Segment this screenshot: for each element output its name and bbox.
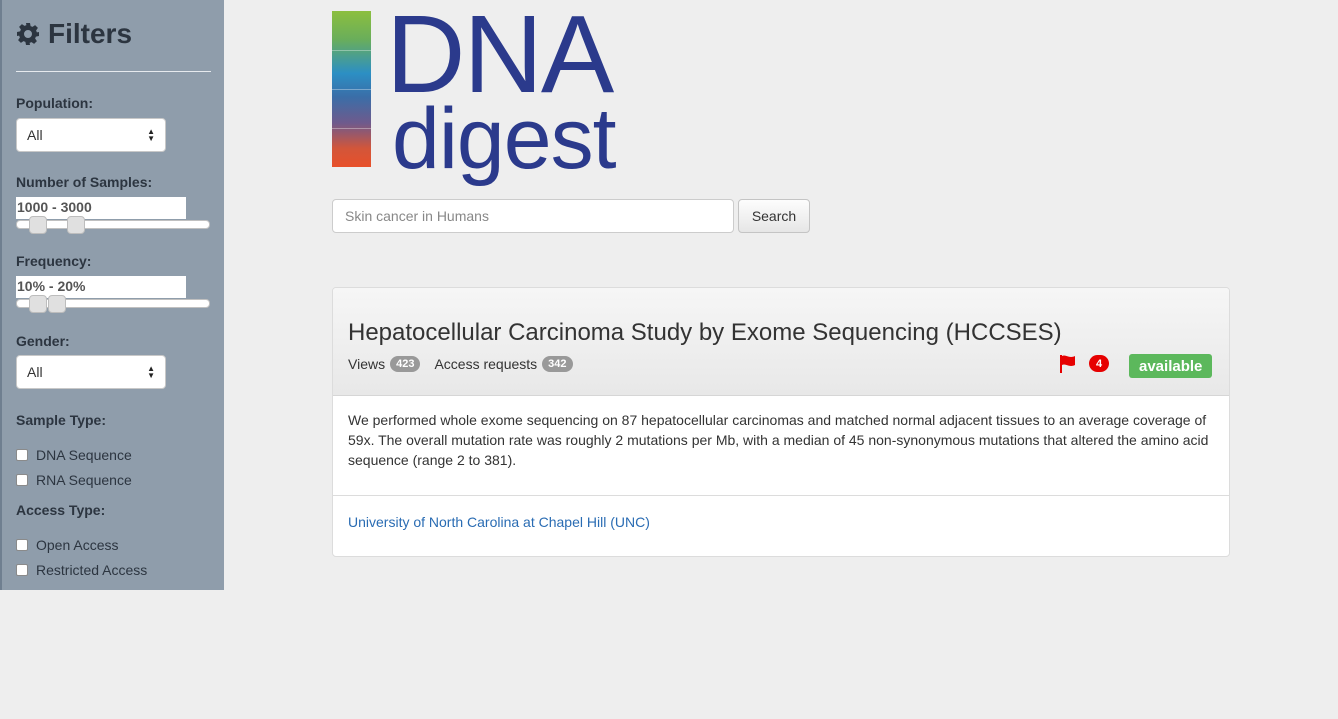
dataset-description: We performed whole exome sequencing on 8… [348, 412, 1209, 468]
dna-sequence-checkbox[interactable] [16, 449, 28, 461]
views-label: Views [348, 356, 386, 372]
card-footer: University of North Carolina at Chapel H… [333, 495, 1229, 556]
open-access-option[interactable]: Open Access [16, 537, 119, 553]
access-requests-label: Access requests [434, 356, 538, 372]
gender-select[interactable]: All ▲ ▼ [16, 355, 166, 389]
restricted-access-label: Restricted Access [36, 562, 148, 578]
filters-sidebar: Filters Population: All ▲ ▼ Number of Sam… [0, 0, 224, 590]
frequency-label: Frequency: [16, 253, 92, 269]
dataset-card: Hepatocellular Carcinoma Study by Exome … [332, 287, 1230, 557]
dataset-title[interactable]: Hepatocellular Carcinoma Study by Exome … [348, 319, 1062, 347]
samples-slider-max-handle[interactable] [67, 216, 85, 234]
institution-link[interactable]: University of North Carolina at Chapel H… [348, 514, 650, 530]
select-arrows-icon: ▲ ▼ [147, 364, 155, 380]
population-label: Population: [16, 95, 93, 111]
logo-digest-text: digest [392, 91, 616, 187]
samples-label: Number of Samples: [16, 174, 153, 190]
logo-color-bar [332, 11, 371, 167]
samples-slider[interactable] [16, 216, 210, 234]
frequency-slider-min-handle[interactable] [29, 295, 47, 313]
restricted-access-checkbox[interactable] [16, 564, 28, 576]
flag-button[interactable] [1059, 354, 1077, 374]
dna-sequence-label: DNA Sequence [36, 447, 132, 463]
filters-heading: Filters [16, 18, 132, 50]
open-access-label: Open Access [36, 537, 119, 553]
views-count-badge: 423 [390, 356, 421, 372]
divider [16, 71, 211, 72]
search-button[interactable]: Search [738, 199, 810, 233]
access-requests-count-badge: 342 [542, 356, 573, 372]
rna-sequence-option[interactable]: RNA Sequence [16, 472, 132, 488]
select-arrows-icon: ▲ ▼ [147, 127, 155, 143]
population-value: All [27, 127, 43, 143]
open-access-checkbox[interactable] [16, 539, 28, 551]
frequency-slider[interactable] [16, 295, 210, 313]
gender-label: Gender: [16, 333, 70, 349]
rna-sequence-label: RNA Sequence [36, 472, 132, 488]
sample-type-label: Sample Type: [16, 412, 106, 428]
population-select[interactable]: All ▲ ▼ [16, 118, 166, 152]
restricted-access-option[interactable]: Restricted Access [16, 562, 147, 578]
frequency-slider-max-handle[interactable] [48, 295, 66, 313]
gender-value: All [27, 364, 43, 380]
search-input[interactable] [332, 199, 734, 233]
card-header: Hepatocellular Carcinoma Study by Exome … [333, 288, 1229, 396]
dataset-stats: Views 423 Access requests 342 [348, 356, 587, 372]
access-type-label: Access Type: [16, 502, 106, 518]
filters-title: Filters [48, 18, 133, 49]
gear-icon [17, 23, 39, 45]
rna-sequence-checkbox[interactable] [16, 474, 28, 486]
dna-sequence-option[interactable]: DNA Sequence [16, 447, 132, 463]
status-badge: available [1129, 354, 1213, 378]
flag-icon [1060, 355, 1075, 373]
flag-count-badge: 4 [1089, 355, 1109, 372]
samples-slider-min-handle[interactable] [29, 216, 47, 234]
